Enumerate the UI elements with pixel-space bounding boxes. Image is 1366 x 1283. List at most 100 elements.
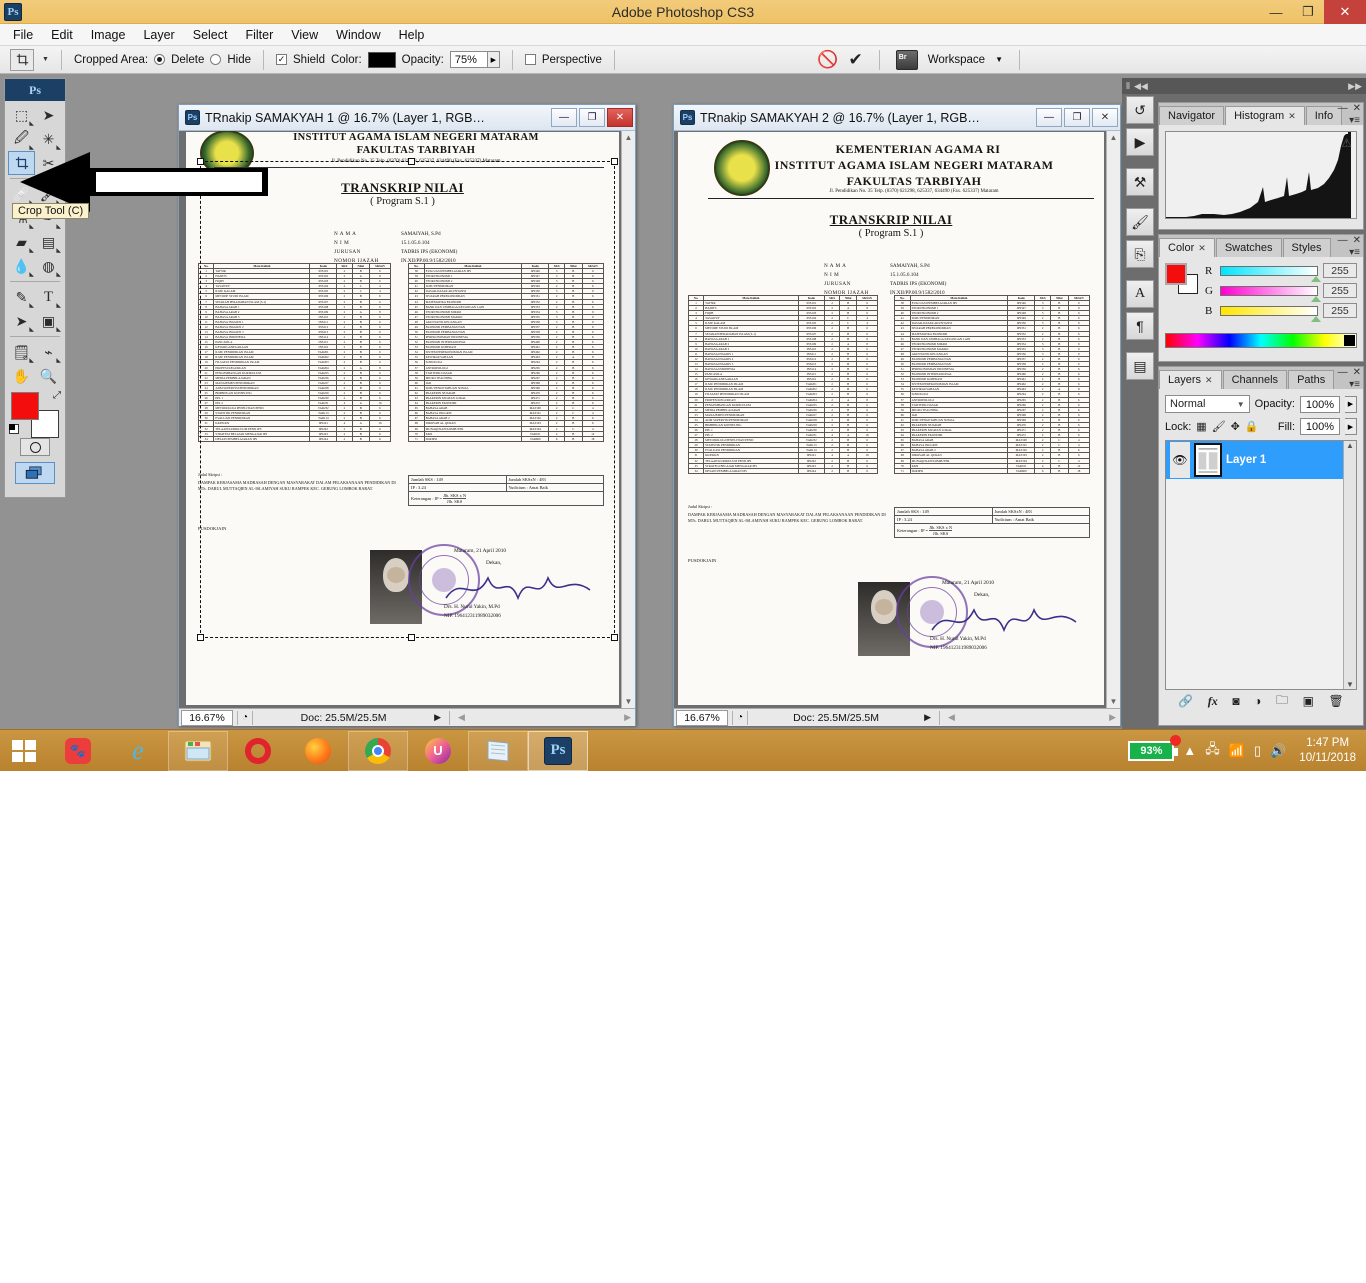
- cropped-area-hide-radio[interactable]: [210, 54, 222, 65]
- dock-expand-icon[interactable]: ▶▶: [1348, 81, 1362, 92]
- document-2-proxy-preview-icon[interactable]: ◔: [737, 712, 743, 723]
- scroll-up-icon[interactable]: ▲: [1346, 441, 1354, 450]
- lock-transparent-pixels-icon[interactable]: ▦: [1196, 420, 1206, 433]
- document-2-canvas[interactable]: KEMENTERIAN AGAMA RI INSTITUT AGAMA ISLA…: [674, 131, 1120, 708]
- eraser-tool[interactable]: ▰ ◣: [8, 230, 35, 255]
- crop-handle-tc[interactable]: [407, 158, 415, 165]
- close-button[interactable]: ✕: [1324, 0, 1366, 24]
- red-slider[interactable]: [1220, 265, 1321, 282]
- menu-select[interactable]: Select: [184, 26, 237, 44]
- taskbar-app-uc-browser[interactable]: U: [408, 731, 468, 771]
- document-2-hscrollbar[interactable]: ◀ ▶: [944, 712, 1120, 723]
- scroll-up-icon[interactable]: ▲: [1107, 133, 1120, 142]
- close-tab-icon[interactable]: ✕: [1205, 375, 1213, 386]
- crop-tool-icon[interactable]: [10, 48, 34, 71]
- blend-mode-select[interactable]: Normal ▼: [1165, 395, 1250, 413]
- layer-style-icon[interactable]: fx: [1208, 694, 1218, 709]
- volume-icon[interactable]: 🔊: [1270, 743, 1286, 759]
- taskbar-app-firefox[interactable]: [288, 731, 348, 771]
- minimize-button[interactable]: —: [1260, 0, 1292, 24]
- blue-slider[interactable]: [1220, 305, 1321, 322]
- menu-filter[interactable]: Filter: [236, 26, 282, 44]
- layer-mask-icon[interactable]: ◙: [1232, 694, 1239, 708]
- tool-presets-icon[interactable]: ⚒: [1126, 168, 1154, 196]
- blur-tool[interactable]: 💧 ◣: [8, 254, 35, 279]
- link-layers-icon[interactable]: 🔗: [1178, 694, 1193, 708]
- document-1-canvas[interactable]: INSTITUT AGAMA ISLAM NEGERI MATARAM FAKU…: [179, 131, 635, 708]
- taskbar-app-chrome[interactable]: [348, 730, 408, 771]
- clock[interactable]: 1:47 PM 10/11/2018: [1295, 736, 1356, 766]
- crop-marquee[interactable]: [197, 158, 618, 641]
- dock-collapse-icon[interactable]: ◀◀: [1134, 81, 1148, 92]
- green-value[interactable]: 255: [1323, 283, 1357, 298]
- character-icon[interactable]: A: [1126, 280, 1154, 308]
- document-1-vertical-scrollbar[interactable]: ▲ ▼: [621, 131, 635, 708]
- document-2-zoom-level[interactable]: 16.67%: [676, 709, 728, 726]
- hand-tool[interactable]: ✋: [8, 364, 35, 388]
- document-1-zoom-level[interactable]: 16.67%: [181, 709, 233, 726]
- green-slider[interactable]: [1220, 285, 1321, 302]
- panel-menu-icon[interactable]: ▾≡: [1349, 379, 1360, 390]
- quick-mask-mode-button[interactable]: [20, 438, 50, 456]
- layer-row-layer1[interactable]: 👁 Layer 1: [1166, 441, 1356, 479]
- cached-data-warning-icon[interactable]: ⚠: [1341, 136, 1352, 150]
- zoom-tool[interactable]: 🔍: [35, 364, 62, 388]
- panel-close-icon[interactable]: ✕: [1353, 235, 1361, 246]
- document-2-title-bar[interactable]: Ps TRnakip SAMAKYAH 2 @ 16.7% (Layer 1, …: [674, 105, 1120, 131]
- tab-styles[interactable]: Styles: [1282, 238, 1331, 257]
- red-value[interactable]: 255: [1323, 263, 1357, 278]
- dock-collapse-bar[interactable]: ⦀ ◀◀ ▶▶: [1122, 78, 1366, 94]
- menu-window[interactable]: Window: [327, 26, 389, 44]
- layers-list[interactable]: 👁 Layer 1 ▲ ▼: [1165, 440, 1357, 690]
- close-tab-icon[interactable]: ✕: [1198, 243, 1206, 254]
- network-error-icon[interactable]: 🖧: [1205, 740, 1220, 762]
- clone-source-icon[interactable]: ⎘: [1126, 240, 1154, 268]
- gradient-tool[interactable]: ▤ ◣: [35, 230, 62, 255]
- document-1-status-menu-icon[interactable]: ▶: [430, 712, 445, 723]
- dodge-tool[interactable]: ◍ ◣: [35, 254, 62, 279]
- document-window-2[interactable]: Ps TRnakip SAMAKYAH 2 @ 16.7% (Layer 1, …: [673, 104, 1121, 726]
- start-button[interactable]: [0, 730, 48, 772]
- actions-icon[interactable]: ▶: [1126, 128, 1154, 156]
- pen-tool[interactable]: ✎ ◣: [8, 285, 35, 310]
- document-1-minimize-button[interactable]: —: [551, 108, 577, 127]
- menu-file[interactable]: File: [4, 26, 42, 44]
- screen-mode-button[interactable]: [15, 462, 55, 484]
- shield-color-swatch[interactable]: [367, 51, 396, 68]
- delete-layer-icon[interactable]: 🗑: [1328, 694, 1343, 708]
- crop-handle-tr[interactable]: [611, 158, 618, 165]
- layer-comps-icon[interactable]: ▤: [1126, 352, 1154, 380]
- move-tool[interactable]: ➤: [35, 103, 62, 127]
- notes-tool[interactable]: 🗒 ◣: [8, 340, 35, 365]
- taskbar-app-photoshop[interactable]: Ps: [528, 730, 588, 771]
- paragraph-icon[interactable]: ¶: [1126, 312, 1154, 340]
- toolbox-header[interactable]: Ps: [5, 79, 65, 101]
- panel-minimize-icon[interactable]: —: [1338, 103, 1348, 114]
- document-2-vertical-scrollbar[interactable]: ▲ ▼: [1106, 131, 1120, 708]
- layer-fill-input[interactable]: 100%: [1300, 418, 1340, 435]
- document-2-status-menu-icon[interactable]: ▶: [920, 712, 935, 723]
- scroll-down-icon[interactable]: ▼: [622, 697, 635, 706]
- default-colors-icon[interactable]: [9, 424, 19, 434]
- layer-opacity-input[interactable]: 100%: [1300, 395, 1340, 413]
- lasso-tool[interactable]: 🖉 ◣: [8, 127, 35, 151]
- lock-position-icon[interactable]: ✥: [1231, 420, 1240, 433]
- crop-handle-br[interactable]: [611, 634, 618, 641]
- show-hidden-icons-chevron[interactable]: ▲: [1183, 743, 1196, 758]
- restore-button[interactable]: ❐: [1292, 0, 1324, 24]
- color-spectrum-ramp[interactable]: [1165, 333, 1357, 348]
- opacity-input[interactable]: 75%: [449, 51, 488, 68]
- scroll-down-icon[interactable]: ▼: [1346, 680, 1354, 689]
- panel-minimize-icon[interactable]: —: [1338, 235, 1348, 246]
- taskbar-app-bluestacks[interactable]: 🐾: [48, 731, 108, 771]
- panel-close-icon[interactable]: ✕: [1353, 367, 1361, 378]
- tab-swatches[interactable]: Swatches: [1215, 238, 1282, 257]
- menu-view[interactable]: View: [282, 26, 327, 44]
- adjustment-layer-icon[interactable]: ◑: [1254, 694, 1261, 708]
- document-1-title-bar[interactable]: Ps TRnakip SAMAKYAH 1 @ 16.7% (Layer 1, …: [179, 105, 635, 131]
- tab-histogram[interactable]: Histogram ✕: [1225, 106, 1305, 125]
- lock-all-icon[interactable]: 🔒: [1245, 420, 1259, 433]
- new-group-icon[interactable]: 🗀: [1276, 691, 1288, 712]
- cropped-area-delete-radio[interactable]: [154, 54, 166, 65]
- rectangle-tool[interactable]: ▣ ◣: [35, 309, 62, 334]
